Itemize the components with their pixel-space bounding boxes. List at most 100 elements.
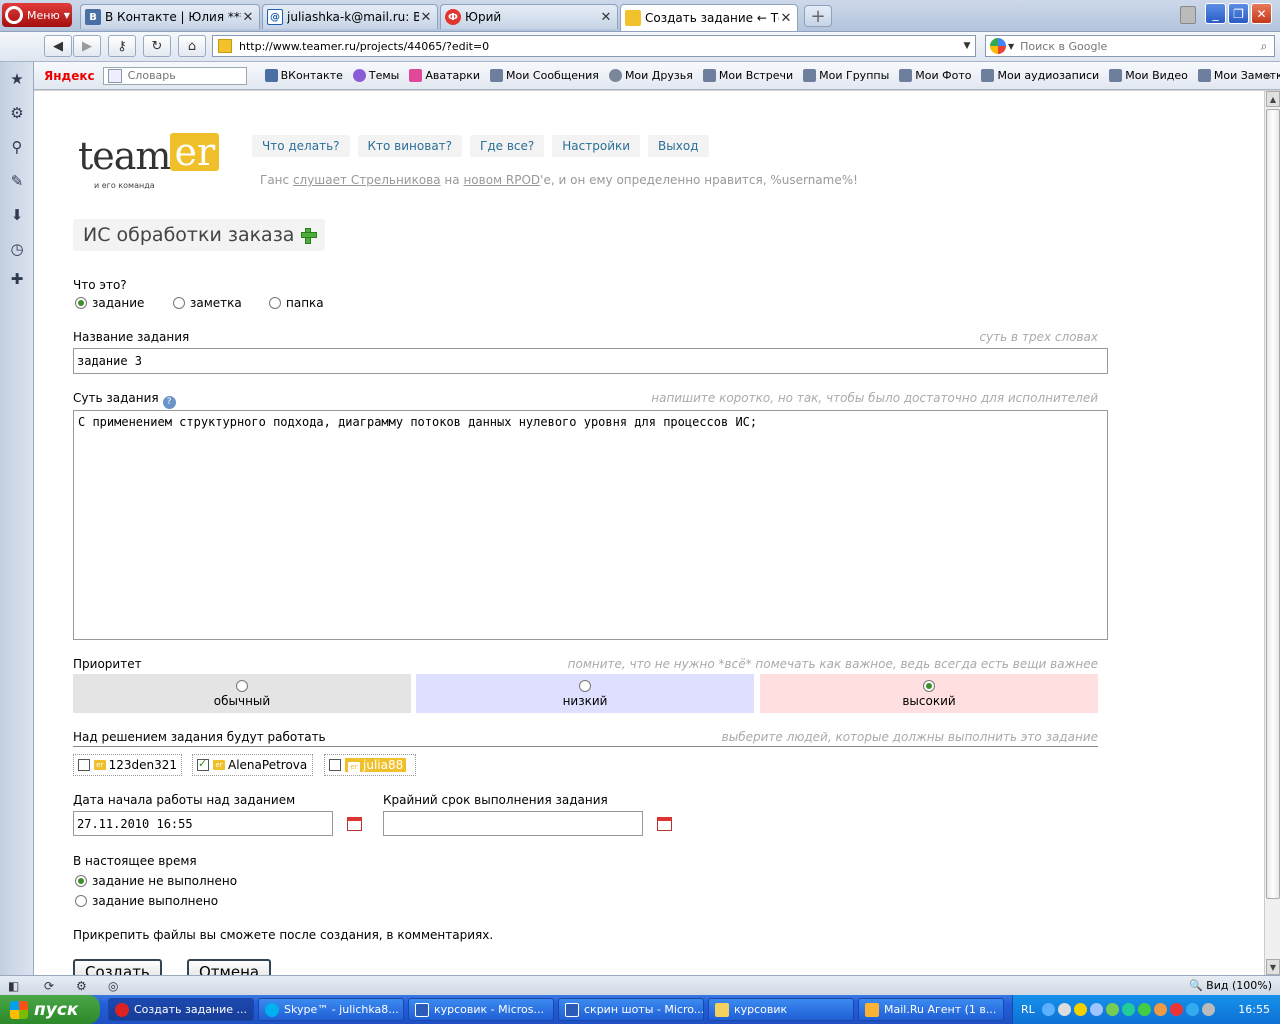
radio-button[interactable] <box>75 297 87 309</box>
close-icon[interactable]: ✕ <box>419 10 433 25</box>
nav-who-is-guilty[interactable]: Кто виноват? <box>357 135 463 157</box>
language-indicator[interactable]: RL <box>1021 1003 1035 1016</box>
scroll-thumb[interactable] <box>1266 109 1280 899</box>
add-panel-icon[interactable]: ✚ <box>8 270 26 288</box>
task-name-input[interactable] <box>73 348 1108 374</box>
radio-button[interactable] <box>269 297 281 309</box>
bookmark-video[interactable]: Мои Видео <box>1109 69 1188 82</box>
volume-icon[interactable] <box>1201 1003 1215 1016</box>
usb-icon[interactable] <box>1089 1003 1103 1016</box>
task-skype[interactable]: Skype™ - julichka8... <box>258 998 404 1021</box>
radio-button[interactable] <box>923 679 935 692</box>
arrow-icon[interactable] <box>1041 1003 1055 1016</box>
new-tab-button[interactable]: + <box>804 5 832 27</box>
radio-button[interactable] <box>236 679 248 692</box>
worker-alenapetrova[interactable]: erAlenaPetrova <box>192 754 313 776</box>
worker-123den321[interactable]: er 123den321 <box>73 754 182 776</box>
close-icon[interactable]: ✕ <box>599 10 613 25</box>
state-option-not-done[interactable]: задание не выполнено <box>75 874 237 888</box>
priority-normal[interactable]: обычный <box>73 674 411 713</box>
bookmarks-star-icon[interactable]: ★ <box>8 70 26 88</box>
radio-button[interactable] <box>173 297 185 309</box>
task-description-textarea[interactable] <box>73 410 1108 640</box>
chevron-down-icon[interactable]: ▼ <box>959 41 975 51</box>
teamer-logo[interactable]: team er и его команда <box>78 133 220 190</box>
cancel-button[interactable]: Отмена <box>187 959 272 975</box>
download-icon[interactable]: ⬇ <box>8 206 26 224</box>
close-icon[interactable]: ✕ <box>779 11 793 26</box>
deadline-input[interactable] <box>383 811 643 836</box>
help-icon[interactable]: ? <box>162 396 176 409</box>
task-opera[interactable]: Создать задание ... <box>108 998 254 1021</box>
bookmark-groups[interactable]: Мои Группы <box>803 69 889 82</box>
bookmark-meetings[interactable]: Мои Встречи <box>702 69 793 82</box>
maximize-button[interactable]: ❐ <box>1228 3 1249 24</box>
create-button[interactable]: Создать <box>73 959 162 975</box>
notes-icon[interactable]: ✎ <box>8 172 26 190</box>
task-mailru-agent[interactable]: Mail.Ru Агент (1 в... <box>858 998 1004 1021</box>
priority-high[interactable]: высокий <box>760 674 1098 713</box>
nav-where-all[interactable]: Где все? <box>470 135 545 157</box>
bookmark-audio[interactable]: Мои аудиозаписи <box>981 69 1099 82</box>
opera-menu-button[interactable]: Меню ▼ <box>2 3 72 27</box>
priority-low[interactable]: низкий <box>416 674 754 713</box>
worker-julia88[interactable]: er julia88 <box>324 754 416 776</box>
start-button[interactable]: пуск <box>0 995 100 1024</box>
task-word-screenshots[interactable]: скрин шоты - Micro... <box>558 998 704 1021</box>
nav-settings[interactable]: Настройки <box>552 135 641 157</box>
tab-yuri[interactable]: Ф Юрий ✕ <box>440 4 618 29</box>
nav-logout[interactable]: Выход <box>648 135 709 157</box>
search-icon[interactable]: ⌕ <box>1254 39 1274 54</box>
unite-icon[interactable]: ⚙ <box>76 979 92 993</box>
bookmark-messages[interactable]: Мои Сообщения <box>490 69 599 82</box>
share-icon[interactable]: ⚲ <box>8 138 26 156</box>
type-option-folder[interactable]: папка <box>269 296 324 310</box>
checkbox[interactable] <box>329 759 341 771</box>
task-folder[interactable]: курсовик <box>708 998 854 1021</box>
network-icon[interactable] <box>1057 1003 1071 1016</box>
sync-icon[interactable]: ⟳ <box>44 979 60 993</box>
radio-button[interactable] <box>75 895 87 907</box>
close-icon[interactable]: ✕ <box>241 10 255 25</box>
scroll-up-icon[interactable]: ▲ <box>1266 91 1280 107</box>
shield-icon[interactable] <box>1073 1003 1087 1016</box>
antivirus-icon[interactable] <box>1169 1003 1183 1016</box>
chat-icon[interactable] <box>1137 1003 1151 1016</box>
update-icon[interactable] <box>1121 1003 1135 1016</box>
calendar-icon[interactable] <box>657 817 672 831</box>
yandex-search-input[interactable] <box>125 68 246 83</box>
add-plus-icon[interactable] <box>301 228 318 244</box>
key-icon[interactable]: ⚷ <box>108 35 136 57</box>
home-button[interactable]: ⌂ <box>178 35 206 57</box>
chevron-right-icon[interactable]: » <box>1265 69 1272 83</box>
back-button[interactable]: ◀ <box>44 35 72 57</box>
url-input[interactable] <box>237 38 959 54</box>
gear-icon[interactable]: ⚙ <box>8 104 26 122</box>
zoom-level[interactable]: 🔍 Вид (100%) <box>1189 979 1272 992</box>
close-window-button[interactable]: ✕ <box>1251 3 1272 24</box>
chevron-down-icon[interactable]: ▼ <box>1008 42 1014 51</box>
tab-create-task[interactable]: Создать задание ← Те... ✕ <box>620 4 798 31</box>
yandex-logo[interactable]: Яндекс <box>44 69 95 83</box>
checkbox[interactable] <box>197 757 209 771</box>
skype-icon[interactable] <box>1185 1003 1199 1016</box>
reload-button[interactable]: ↻ <box>143 35 171 57</box>
minimize-button[interactable]: _ <box>1205 3 1226 24</box>
icq-icon[interactable] <box>1105 1003 1119 1016</box>
bookmark-photos[interactable]: Мои Фото <box>899 69 971 82</box>
scroll-down-icon[interactable]: ▼ <box>1266 959 1280 975</box>
type-option-note[interactable]: заметка <box>173 296 242 310</box>
history-clock-icon[interactable]: ◷ <box>8 240 26 258</box>
start-date-input[interactable] <box>73 811 333 836</box>
forward-button[interactable]: ▶ <box>73 35 101 57</box>
status-link-listening[interactable]: слушает Стрельникова <box>293 173 441 187</box>
tab-mail[interactable]: @ juliashka-k@mail.ru: Вхо... ✕ <box>262 4 438 29</box>
tab-vkontakte[interactable]: В В Контакте | Юлия ***... ✕ <box>80 4 260 29</box>
mail-agent-icon[interactable] <box>1153 1003 1167 1016</box>
bookmark-friends[interactable]: Мои Друзья <box>608 69 693 82</box>
nav-what-to-do[interactable]: Что делать? <box>252 135 350 157</box>
panel-toggle-icon[interactable]: ◧ <box>8 979 24 993</box>
calendar-icon[interactable] <box>347 817 362 831</box>
url-field[interactable]: ▼ <box>212 35 976 57</box>
task-word-coursework[interactable]: курсовик - Micros... <box>408 998 554 1021</box>
